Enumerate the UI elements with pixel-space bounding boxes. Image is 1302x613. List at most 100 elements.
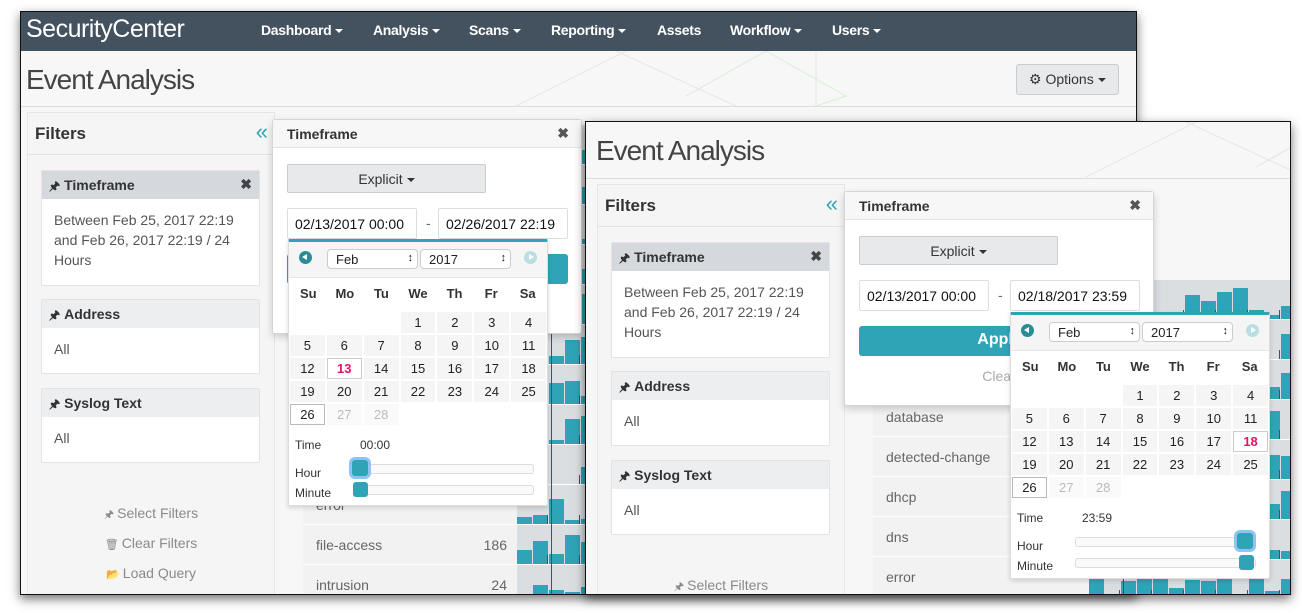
nav-assets[interactable]: Assets bbox=[657, 22, 701, 38]
select-filters-link[interactable]: 🖈 Select Filters bbox=[27, 505, 275, 525]
day-cell[interactable]: 16 bbox=[1159, 431, 1195, 452]
next-month-icon[interactable] bbox=[1246, 324, 1259, 337]
day-cell[interactable]: 5 bbox=[290, 335, 325, 356]
day-cell[interactable]: 16 bbox=[437, 358, 473, 379]
hour-slider-handle[interactable] bbox=[1237, 533, 1253, 549]
day-cell[interactable]: 22 bbox=[1122, 454, 1158, 475]
logo[interactable]: SecurityCenter bbox=[26, 15, 185, 44]
syslog-filter-card[interactable]: 🖈 Syslog Text All bbox=[41, 388, 260, 463]
minute-slider-handle[interactable] bbox=[1239, 555, 1254, 570]
day-cell[interactable]: 3 bbox=[474, 312, 510, 333]
day-cell[interactable]: 1 bbox=[1122, 385, 1158, 406]
table-row[interactable]: intrusion 24 bbox=[303, 565, 517, 594]
timeframe-filter-card[interactable]: 🖈 Timeframe ✖ Between Feb 25, 2017 22:19 a… bbox=[41, 170, 260, 286]
day-cell[interactable]: 7 bbox=[363, 335, 399, 356]
day-cell[interactable]: 26 bbox=[290, 404, 325, 425]
remove-filter-icon[interactable]: ✖ bbox=[240, 176, 252, 193]
nav-users[interactable]: Users bbox=[832, 22, 882, 38]
close-icon[interactable]: ✖ bbox=[557, 125, 569, 142]
prev-month-icon[interactable] bbox=[1021, 324, 1034, 337]
end-date-input[interactable]: 02/26/2017 22:19 bbox=[438, 208, 568, 239]
start-date-input[interactable]: 02/13/2017 00:00 bbox=[859, 280, 989, 311]
month-select[interactable]: Feb bbox=[327, 249, 418, 269]
day-cell[interactable]: 4 bbox=[511, 312, 546, 333]
day-cell[interactable]: 19 bbox=[1012, 454, 1047, 475]
timeframe-filter-card[interactable]: 🖈 Timeframe ✖ Between Feb 25, 2017 22:19 a… bbox=[611, 242, 830, 358]
day-cell[interactable]: 15 bbox=[400, 358, 436, 379]
minute-slider[interactable] bbox=[1075, 555, 1256, 570]
hour-slider[interactable] bbox=[1075, 533, 1256, 549]
day-cell[interactable]: 3 bbox=[1196, 385, 1232, 406]
minute-slider-handle[interactable] bbox=[353, 482, 368, 497]
day-cell[interactable]: 2 bbox=[1159, 385, 1195, 406]
end-date-input[interactable]: 02/18/2017 23:59 bbox=[1010, 280, 1140, 311]
table-row[interactable]: file-access 186 bbox=[303, 525, 517, 565]
year-select[interactable]: 2017 bbox=[1142, 322, 1233, 342]
day-cell[interactable]: 20 bbox=[1048, 454, 1084, 475]
next-month-icon[interactable] bbox=[524, 251, 537, 264]
syslog-filter-card[interactable]: 🖈 Syslog Text All bbox=[611, 460, 830, 535]
day-cell[interactable]: 26 bbox=[1012, 477, 1047, 498]
timeframe-mode-dropdown[interactable]: Explicit bbox=[287, 164, 486, 193]
timeframe-mode-dropdown[interactable]: Explicit bbox=[859, 236, 1058, 265]
address-filter-card[interactable]: 🖈 Address All bbox=[41, 299, 260, 374]
year-select[interactable]: 2017 bbox=[420, 249, 511, 269]
day-cell[interactable]: 5 bbox=[1012, 408, 1047, 429]
day-cell[interactable]: 8 bbox=[400, 335, 436, 356]
day-cell[interactable]: 24 bbox=[1196, 454, 1232, 475]
nav-analysis[interactable]: Analysis bbox=[373, 22, 441, 38]
load-query-link[interactable]: 📂 Load Query bbox=[27, 565, 275, 581]
day-cell[interactable]: 22 bbox=[400, 381, 436, 402]
day-cell[interactable]: 7 bbox=[1085, 408, 1121, 429]
day-cell[interactable]: 20 bbox=[326, 381, 362, 402]
day-cell[interactable]: 10 bbox=[474, 335, 510, 356]
day-cell[interactable]: 11 bbox=[511, 335, 546, 356]
day-cell[interactable]: 12 bbox=[290, 358, 325, 379]
day-cell[interactable]: 9 bbox=[437, 335, 473, 356]
day-cell[interactable]: 23 bbox=[437, 381, 473, 402]
hour-slider[interactable] bbox=[352, 460, 534, 476]
day-cell[interactable]: 6 bbox=[326, 335, 362, 356]
day-cell[interactable]: 18 bbox=[511, 358, 546, 379]
day-cell[interactable]: 1 bbox=[400, 312, 436, 333]
day-cell[interactable]: 12 bbox=[1012, 431, 1047, 452]
day-cell[interactable]: 8 bbox=[1122, 408, 1158, 429]
day-cell[interactable]: 15 bbox=[1122, 431, 1158, 452]
selected-day[interactable]: 18 bbox=[1233, 431, 1268, 452]
day-cell[interactable]: 21 bbox=[363, 381, 399, 402]
remove-filter-icon[interactable]: ✖ bbox=[810, 248, 822, 265]
month-select[interactable]: Feb bbox=[1049, 322, 1140, 342]
day-cell[interactable]: 25 bbox=[511, 381, 546, 402]
day-cell[interactable]: 23 bbox=[1159, 454, 1195, 475]
nav-scans[interactable]: Scans bbox=[469, 22, 521, 38]
nav-workflow[interactable]: Workflow bbox=[730, 22, 803, 38]
day-cell[interactable]: 4 bbox=[1233, 385, 1268, 406]
day-cell[interactable]: 21 bbox=[1085, 454, 1121, 475]
prev-month-icon[interactable] bbox=[299, 251, 312, 264]
day-cell[interactable]: 19 bbox=[290, 381, 325, 402]
day-cell[interactable]: 14 bbox=[1085, 431, 1121, 452]
collapse-filters-icon[interactable]: « bbox=[826, 193, 838, 215]
options-button[interactable]: ⚙ Options bbox=[1016, 64, 1119, 95]
day-cell[interactable]: 6 bbox=[1048, 408, 1084, 429]
day-cell[interactable]: 13 bbox=[1048, 431, 1084, 452]
minute-slider[interactable] bbox=[353, 482, 534, 497]
clear-filters-link[interactable]: 🗑 Clear Filters bbox=[27, 535, 275, 551]
day-cell[interactable]: 14 bbox=[363, 358, 399, 379]
day-cell[interactable]: 17 bbox=[474, 358, 510, 379]
day-cell[interactable]: 17 bbox=[1196, 431, 1232, 452]
close-icon[interactable]: ✖ bbox=[1129, 197, 1141, 214]
hour-slider-handle[interactable] bbox=[352, 460, 368, 476]
address-filter-card[interactable]: 🖈 Address All bbox=[611, 371, 830, 446]
day-cell[interactable]: 24 bbox=[474, 381, 510, 402]
nav-dashboard[interactable]: Dashboard bbox=[261, 22, 344, 38]
day-cell[interactable]: 2 bbox=[437, 312, 473, 333]
collapse-filters-icon[interactable]: « bbox=[256, 121, 268, 143]
selected-day[interactable]: 13 bbox=[326, 358, 362, 379]
day-cell[interactable]: 11 bbox=[1233, 408, 1268, 429]
day-cell[interactable]: 10 bbox=[1196, 408, 1232, 429]
start-date-input[interactable]: 02/13/2017 00:00 bbox=[287, 208, 417, 239]
day-cell[interactable]: 25 bbox=[1233, 454, 1268, 475]
select-filters-link[interactable]: 🖈 Select Filters bbox=[597, 577, 845, 594]
nav-reporting[interactable]: Reporting bbox=[551, 22, 627, 38]
